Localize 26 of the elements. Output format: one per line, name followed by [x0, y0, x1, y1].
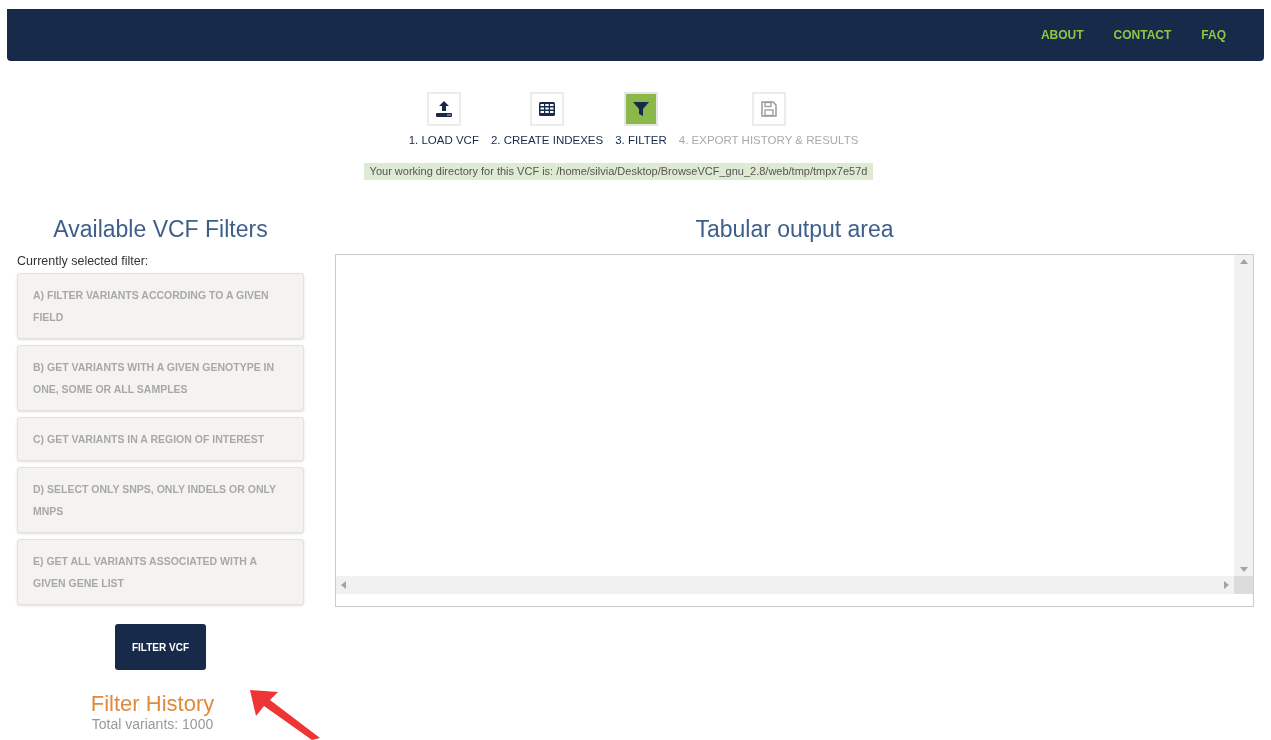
step-icon-button[interactable] [426, 92, 461, 126]
step-label[interactable]: 1. LOAD VCF [408, 132, 479, 150]
panel-title: Available VCF Filters [52, 214, 269, 244]
scroll-up-icon[interactable] [1239, 259, 1248, 265]
horizontal-scrollbar[interactable] [336, 576, 1234, 595]
step-icon-button[interactable] [530, 92, 565, 126]
scroll-right-icon[interactable] [1224, 581, 1229, 590]
nav-link[interactable]: ABOUT [1040, 26, 1084, 44]
nav-link[interactable]: CONTACT [1113, 26, 1172, 44]
filter-icon [631, 99, 651, 119]
panel-subtitle: Currently selected filter: [17, 253, 150, 271]
working-directory-note: Your working directory for this VCF is: /home/silvia/Desktop/BrowseVCF_gnu_2.8/web/tmp/tmpx7e57d [363, 163, 874, 180]
scroll-down-icon[interactable] [1239, 567, 1248, 573]
history-title: Filter History [90, 692, 215, 716]
upload-icon [433, 99, 454, 119]
table-icon [537, 99, 558, 119]
scrollbar-corner [1234, 576, 1253, 595]
step-label[interactable]: 2. CREATE INDEXES [490, 132, 604, 150]
nav-link[interactable]: FAQ [1201, 26, 1226, 44]
vertical-scrollbar[interactable] [1234, 255, 1253, 577]
step-icon-button[interactable] [624, 92, 658, 126]
scroll-left-icon[interactable] [341, 581, 346, 590]
output-title: Tabular output area [694, 214, 895, 244]
filter-vcf-button[interactable]: FILTER VCF [115, 624, 206, 670]
total-variants-text: Total variants: 1000 [91, 716, 214, 732]
step-label[interactable]: 3. FILTER [615, 132, 667, 150]
